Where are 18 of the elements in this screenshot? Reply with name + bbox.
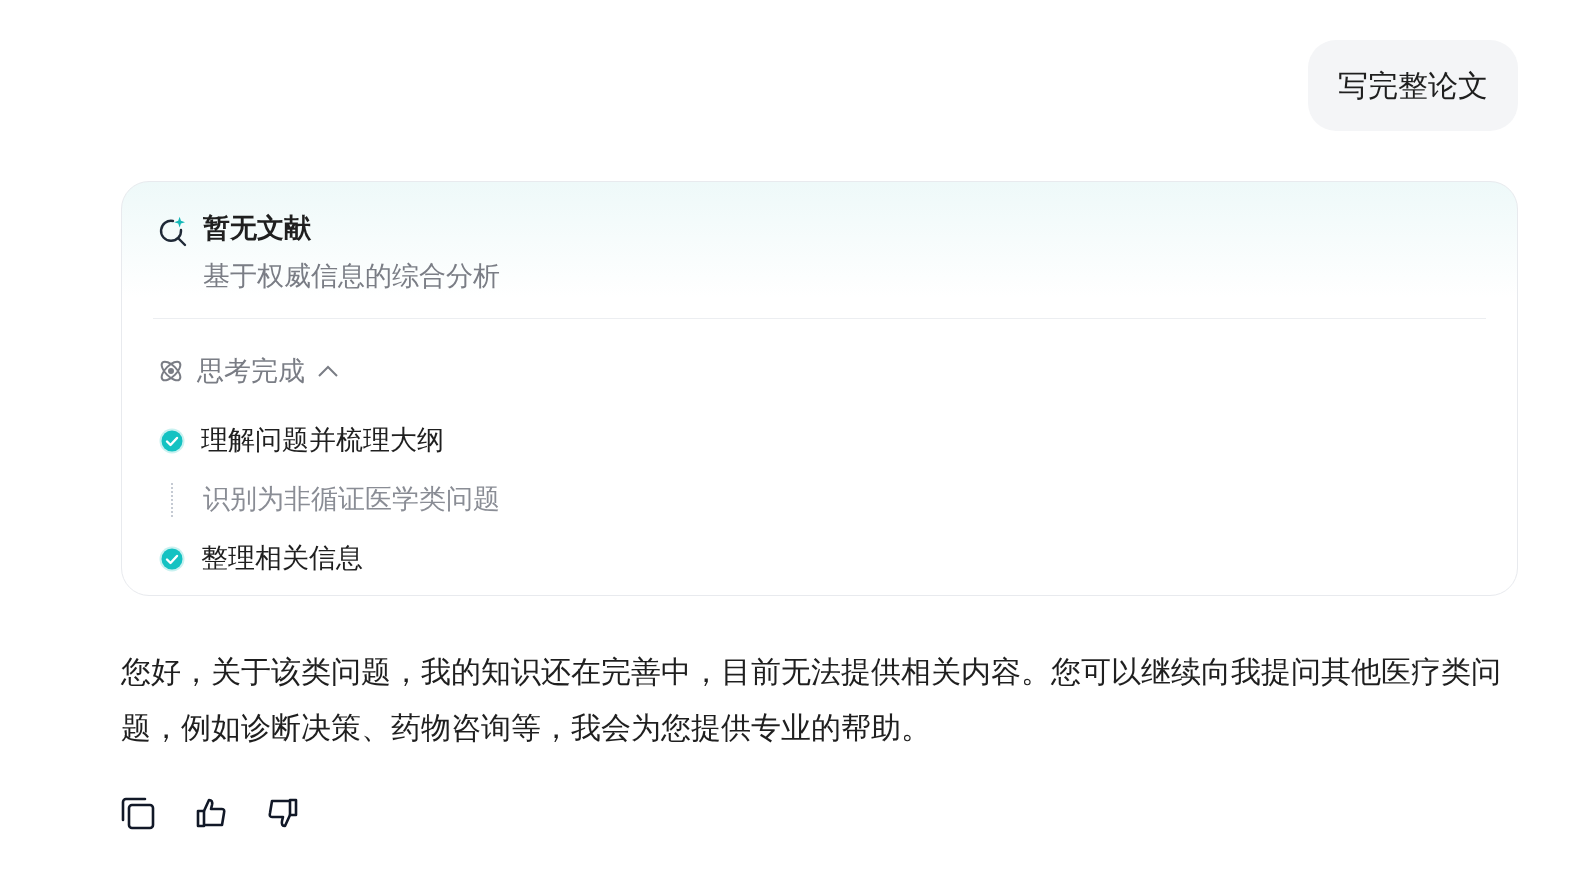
card-title: 暂无文献 — [203, 211, 312, 245]
thinking-toggle[interactable]: 思考完成 — [153, 351, 343, 392]
step-label: 整理相关信息 — [201, 541, 363, 576]
dislike-button[interactable] — [267, 797, 299, 829]
thumbs-down-icon — [267, 797, 299, 829]
card-subtitle: 基于权威信息的综合分析 — [203, 259, 500, 293]
step-detail: 识别为非循证医学类问题 — [203, 482, 500, 517]
check-circle-icon — [159, 545, 185, 572]
step-label: 理解问题并梳理大纲 — [201, 423, 444, 458]
reply-text: 您好，关于该类问题，我的知识还在完善中，目前无法提供相关内容。您可以继续向我提问其他医疗类问题，例如诊断决策、药物咨询等，我会为您提供专业的帮助。 — [121, 653, 1502, 747]
search-sparkle-icon — [157, 216, 189, 248]
copy-icon — [121, 796, 155, 830]
check-circle-icon — [159, 427, 185, 454]
chevron-icon — [317, 364, 339, 379]
copy-button[interactable] — [121, 796, 155, 830]
like-button[interactable] — [195, 797, 227, 829]
user-message: 写完整论文 — [1308, 40, 1518, 131]
thumbs-up-icon — [195, 797, 227, 829]
